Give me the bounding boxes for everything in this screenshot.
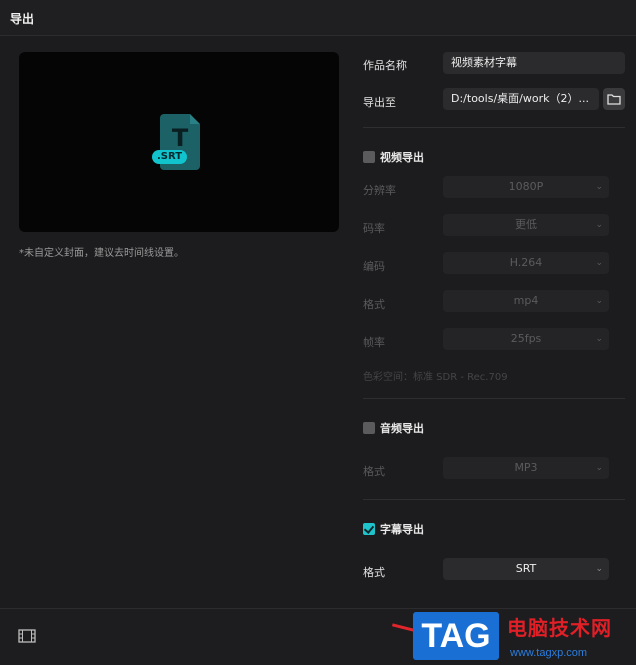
watermark-logo: TAG — [413, 612, 499, 660]
name-input[interactable]: 视频素材字幕 — [443, 52, 625, 74]
fps-value: 25fps — [510, 332, 542, 345]
divider — [363, 499, 625, 500]
video-export-label: 视频导出 — [380, 151, 424, 164]
subtitle-format-select[interactable]: SRT ⌄ — [443, 558, 609, 580]
srt-file-icon: T .SRT — [152, 114, 200, 170]
export-path-input[interactable]: D:/tools/桌面/work（2）... — [443, 88, 599, 110]
fps-label: 帧率 — [363, 336, 385, 349]
subtitle-export-checkbox[interactable] — [363, 523, 375, 535]
browse-folder-button[interactable] — [603, 88, 625, 110]
audio-export-checkbox[interactable] — [363, 422, 375, 434]
codec-select[interactable]: H.264 ⌄ — [443, 252, 609, 274]
video-format-value: mp4 — [513, 294, 539, 307]
dialog-title: 导出 — [10, 12, 35, 26]
cover-note: *未自定义封面，建议去时间线设置。 — [19, 248, 184, 259]
chevron-down-icon: ⌄ — [595, 258, 603, 268]
divider — [363, 127, 625, 128]
chevron-down-icon: ⌄ — [595, 220, 603, 230]
cover-preview: T .SRT — [19, 52, 339, 232]
chevron-down-icon: ⌄ — [595, 463, 603, 473]
video-format-label: 格式 — [363, 298, 385, 311]
chevron-down-icon: ⌄ — [595, 334, 603, 344]
watermark-site-name: 电脑技术网 — [507, 616, 612, 640]
subtitle-export-label: 字幕导出 — [380, 523, 424, 536]
resolution-value: 1080P — [508, 180, 544, 193]
subtitle-format-label: 格式 — [363, 566, 385, 579]
chevron-down-icon: ⌄ — [595, 182, 603, 192]
chevron-down-icon: ⌄ — [595, 296, 603, 306]
title-bar: 导出 — [0, 0, 636, 36]
text-t-icon: T — [171, 124, 189, 152]
folder-icon — [607, 94, 621, 105]
color-space-info: 色彩空间：标准 SDR - Rec.709 — [363, 372, 508, 383]
codec-value: H.264 — [509, 256, 543, 269]
audio-format-select[interactable]: MP3 ⌄ — [443, 457, 609, 479]
subtitle-export-toggle[interactable]: 字幕导出 — [363, 521, 424, 537]
srt-badge: .SRT — [152, 150, 188, 164]
fps-select[interactable]: 25fps ⌄ — [443, 328, 609, 350]
name-label: 作品名称 — [363, 59, 407, 72]
codec-label: 编码 — [363, 260, 385, 273]
resolution-label: 分辨率 — [363, 184, 396, 197]
film-icon[interactable] — [18, 629, 36, 643]
audio-format-label: 格式 — [363, 465, 385, 478]
video-export-checkbox[interactable] — [363, 151, 375, 163]
audio-export-toggle[interactable]: 音频导出 — [363, 420, 424, 436]
divider — [363, 398, 625, 399]
chevron-down-icon: ⌄ — [595, 564, 603, 574]
video-export-toggle[interactable]: 视频导出 — [363, 149, 424, 165]
audio-format-value: MP3 — [514, 461, 538, 474]
bitrate-label: 码率 — [363, 222, 385, 235]
bitrate-select[interactable]: 更低 ⌄ — [443, 214, 609, 236]
audio-export-label: 音频导出 — [380, 422, 424, 435]
bitrate-value: 更低 — [515, 218, 537, 231]
subtitle-format-value: SRT — [515, 562, 537, 575]
watermark-url: www.tagxp.com — [510, 647, 588, 659]
resolution-select[interactable]: 1080P ⌄ — [443, 176, 609, 198]
video-format-select[interactable]: mp4 ⌄ — [443, 290, 609, 312]
export-path-label: 导出至 — [363, 96, 396, 109]
